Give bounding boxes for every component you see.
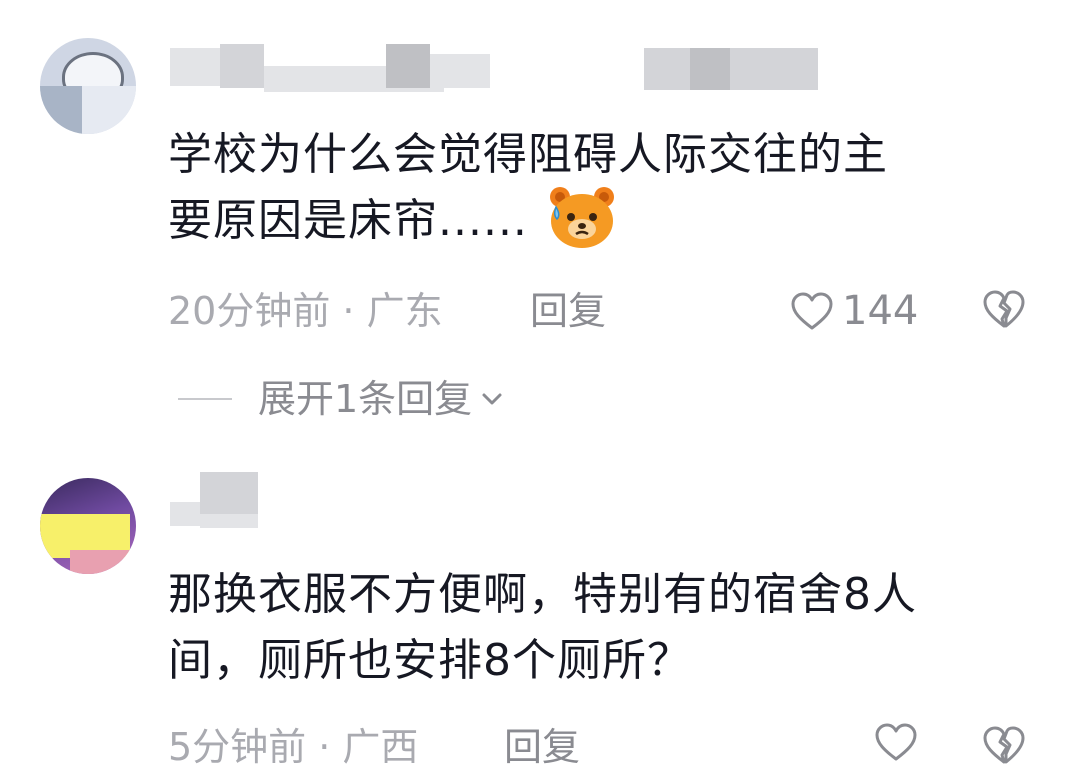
like-count: 144 xyxy=(842,288,919,334)
heart-outline-icon xyxy=(790,291,834,331)
comment-text-line: 学校为什么会觉得阻碍人际交往的主 xyxy=(168,129,888,180)
comment-meta: 5分钟前 · 广西 回复 xyxy=(168,722,1048,772)
comment-item: 那换衣服不方便啊，特别有的宿舍8人 间，厕所也安排8个厕所？ 5分钟前 · 广西… xyxy=(0,440,1080,783)
username-redacted[interactable] xyxy=(170,44,850,94)
comment-text-line-2: 要原因是床帘...... xyxy=(168,195,528,246)
comment-text-line: 要原因是床帘...... xyxy=(168,185,888,255)
comment-text: 那换衣服不方便啊，特别有的宿舍8人 间，厕所也安排8个厕所？ xyxy=(168,562,917,694)
broken-heart-icon[interactable] xyxy=(982,288,1026,342)
comment-text-line: 那换衣服不方便啊，特别有的宿舍8人 xyxy=(168,569,917,620)
avatar[interactable] xyxy=(40,38,136,134)
time-location: 5分钟前 · 广西 xyxy=(168,725,419,769)
comment-text-line: 间，厕所也安排8个厕所？ xyxy=(168,635,692,686)
comment-text: 学校为什么会觉得阻碍人际交往的主 要原因是床帘...... xyxy=(168,122,888,255)
heart-outline-icon[interactable] xyxy=(874,722,918,762)
reply-button[interactable]: 回复 xyxy=(504,722,580,772)
comment-item: 学校为什么会觉得阻碍人际交往的主 要原因是床帘...... 20分钟前 · 广东… xyxy=(0,0,1080,440)
sweating-bear-emoji xyxy=(547,185,617,249)
reply-button[interactable]: 回复 xyxy=(530,286,606,336)
time-location: 20分钟前 · 广东 xyxy=(168,289,443,333)
divider-line xyxy=(178,398,232,400)
expand-replies-button[interactable]: 展开1条回复 xyxy=(178,374,504,424)
broken-heart-icon[interactable] xyxy=(982,724,1026,778)
expand-replies-label: 展开1条回复 xyxy=(258,377,473,421)
like-button[interactable]: 144 xyxy=(790,286,918,336)
username-redacted[interactable] xyxy=(170,472,290,532)
avatar[interactable] xyxy=(40,478,136,574)
comment-meta: 20分钟前 · 广东 回复 144 xyxy=(168,286,1048,336)
chevron-down-icon xyxy=(480,389,504,409)
